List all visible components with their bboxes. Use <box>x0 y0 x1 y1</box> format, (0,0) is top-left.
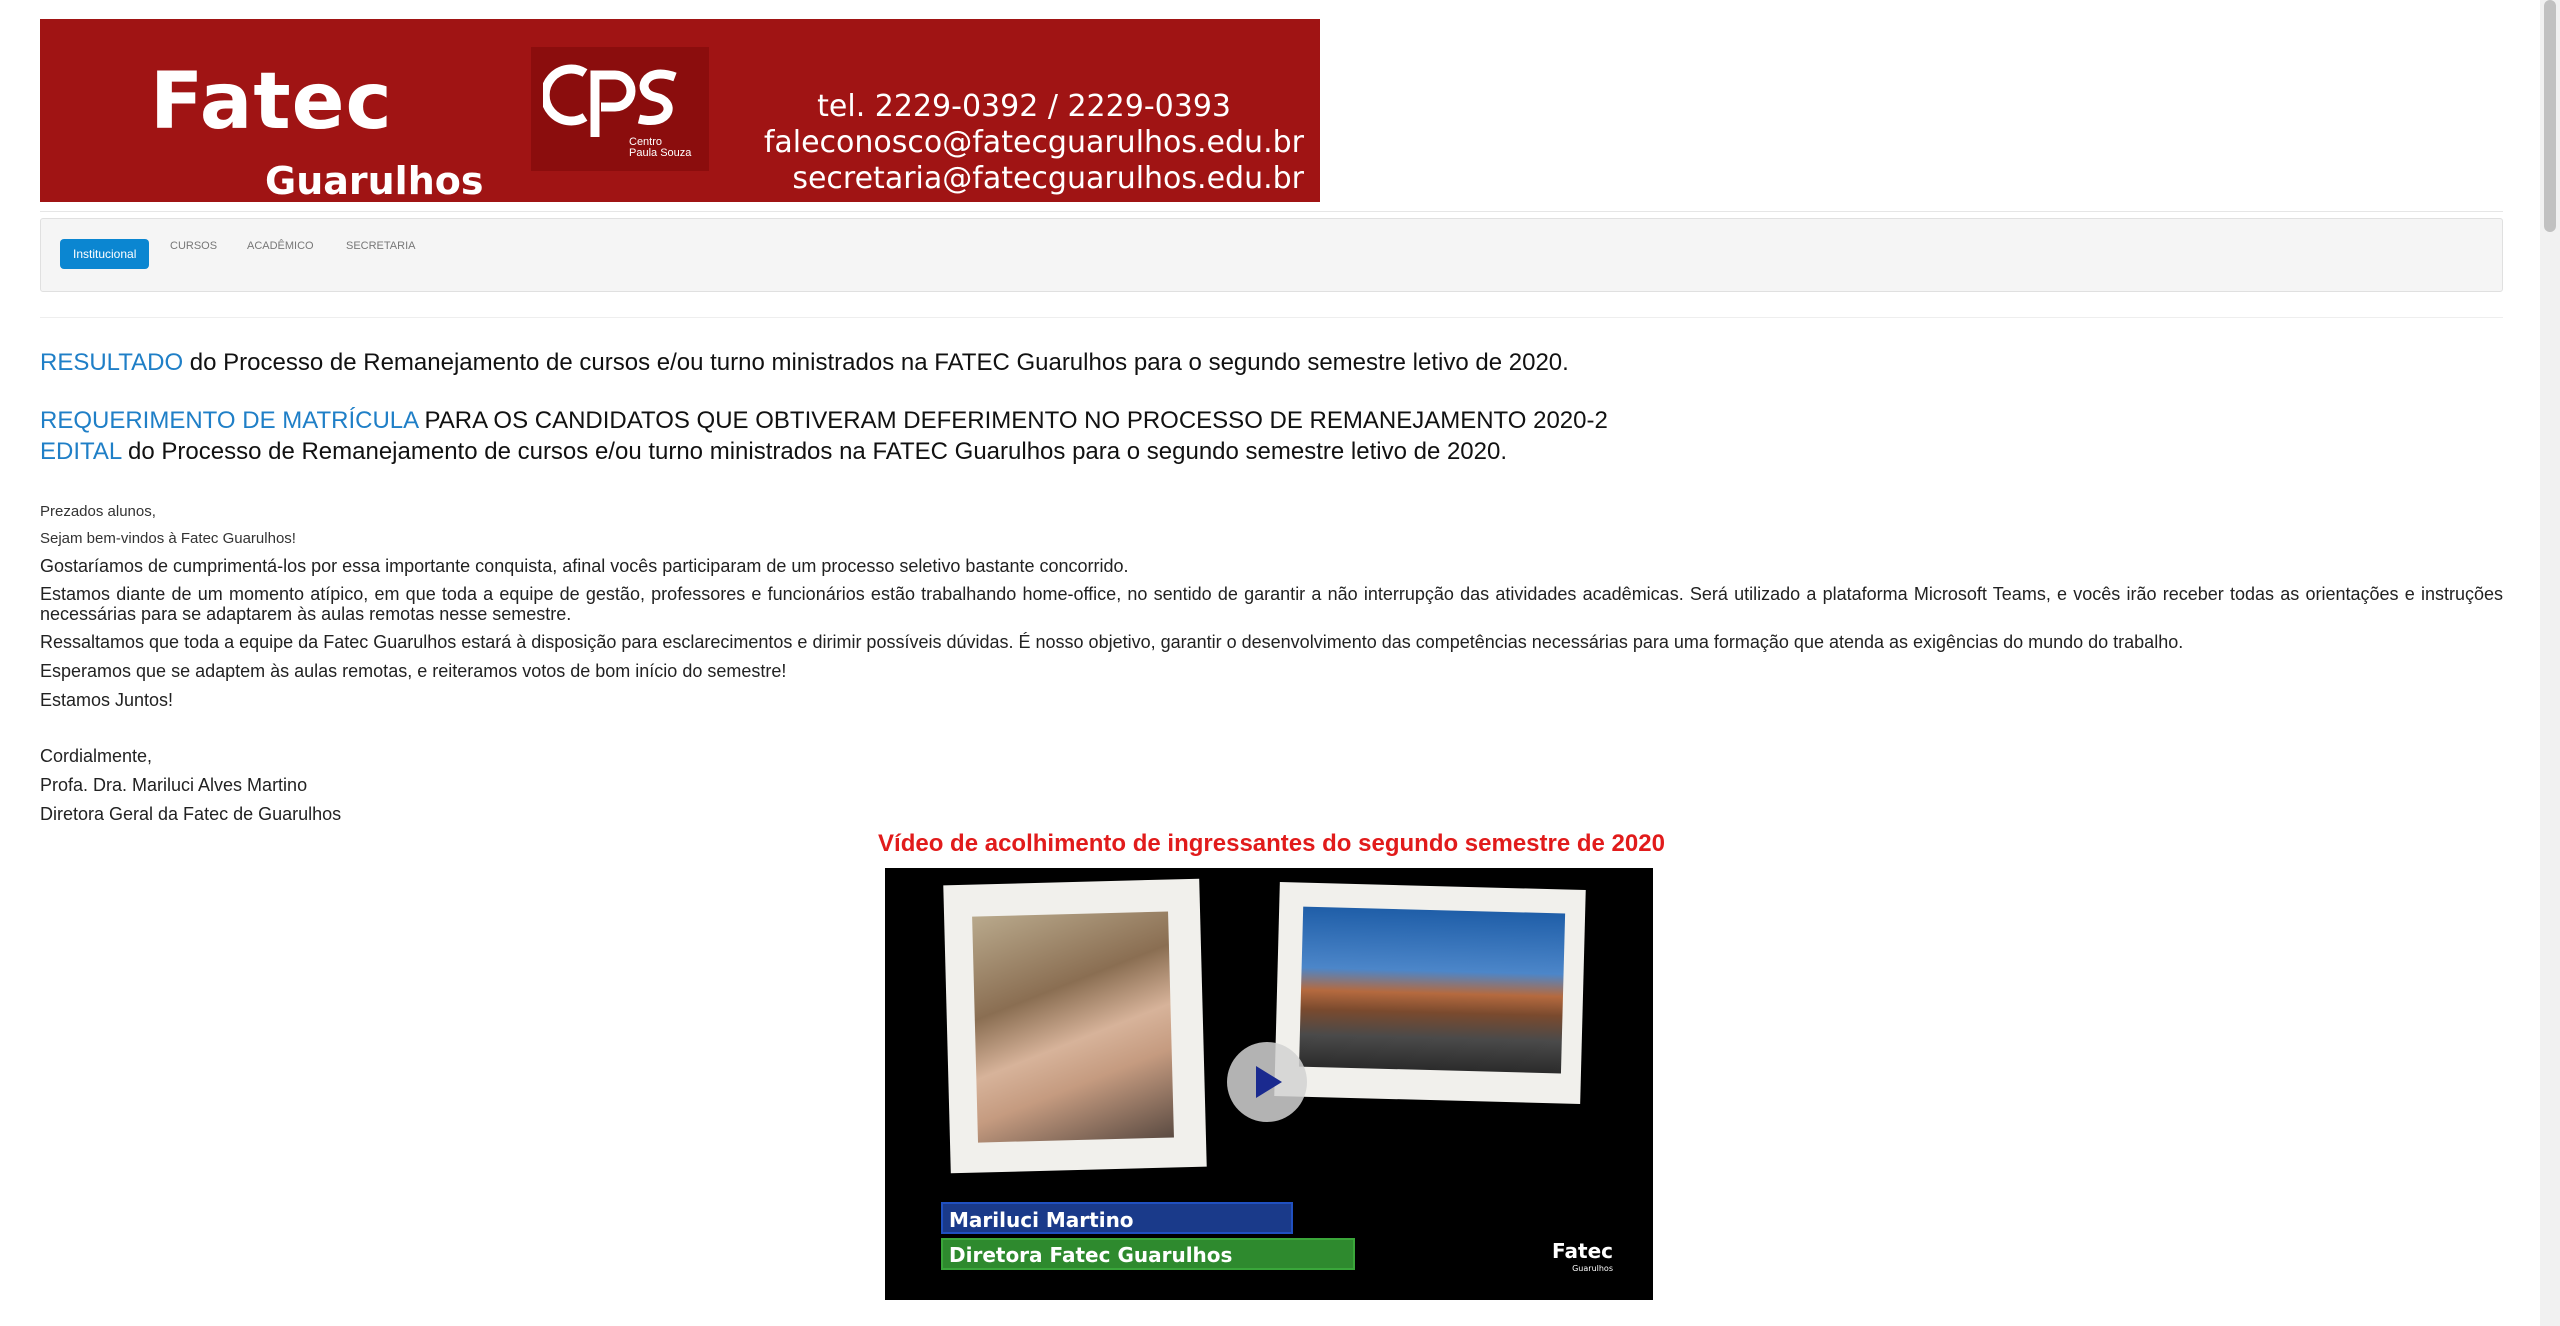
letter-signer-role: Diretora Geral da Fatec de Guarulhos <box>40 804 342 824</box>
portrait-image <box>972 911 1174 1143</box>
banner-phone: tel. 2229-0392 / 2229-0393 <box>817 89 1231 124</box>
requerimento-link[interactable]: REQUERIMENTO DE MATRÍCULA <box>40 407 418 434</box>
resultado-text: do Processo de Remanejamento de cursos e… <box>183 349 1569 376</box>
letter-welcome: Sejam bem-vindos à Fatec Guarulhos! <box>40 530 296 547</box>
resultado-row: RESULTADO do Processo de Remanejamento d… <box>40 348 1569 378</box>
letter-paragraph: Ressaltamos que toda a equipe da Fatec G… <box>40 632 2184 652</box>
play-icon <box>1256 1066 1282 1098</box>
nav-cursos[interactable]: Cursos <box>170 240 217 252</box>
requerimento-row: REQUERIMENTO DE MATRÍCULA PARA OS CANDID… <box>40 406 1608 436</box>
play-button[interactable] <box>1227 1042 1307 1122</box>
letter-greeting: Prezados alunos, <box>40 503 156 520</box>
letter-paragraph: Gostaríamos de cumprimentá-los por essa … <box>40 556 1129 576</box>
edital-row: EDITAL do Processo de Remanejamento de c… <box>40 437 1507 467</box>
banner-title: Fatec <box>150 57 393 147</box>
video-title: Vídeo de acolhimento de ingressantes do … <box>878 830 1665 857</box>
resultado-link[interactable]: RESULTADO <box>40 349 183 376</box>
scrollbar-thumb[interactable] <box>2544 0 2556 232</box>
edital-link[interactable]: EDITAL <box>40 438 121 465</box>
video-player[interactable]: Mariluci Martino Diretora Fatec Guarulho… <box>885 868 1653 1300</box>
cps-logo: Centro Paula Souza <box>531 47 709 171</box>
letter-signer: Profa. Dra. Mariluci Alves Martino <box>40 775 308 795</box>
building-image <box>1299 906 1566 1074</box>
video-caption-name: Mariluci Martino <box>941 1202 1293 1234</box>
cps-logo-icon <box>543 64 677 137</box>
video-caption-role: Diretora Fatec Guarulhos <box>941 1238 1355 1270</box>
video-frame-building <box>1274 882 1586 1104</box>
header-banner: Fatec Guarulhos Centro Paula Souza tel. … <box>40 19 1320 202</box>
cps-logo-caption-line2: Paula Souza <box>629 147 692 159</box>
letter-paragraph: Estamos Juntos! <box>40 690 174 710</box>
banner-subtitle: Guarulhos <box>265 159 484 202</box>
nav-secretaria[interactable]: Secretaria <box>346 240 415 252</box>
edital-text: do Processo de Remanejamento de cursos e… <box>121 438 1508 465</box>
video-logo-text: Fatec <box>1552 1239 1613 1263</box>
video-frame-portrait <box>943 878 1207 1174</box>
banner-contact: tel. 2229-0392 / 2229-0393 faleconosco@f… <box>764 89 1304 197</box>
nav-institucional[interactable]: Institucional <box>60 239 150 269</box>
letter-closing: Cordialmente, <box>40 746 153 766</box>
requerimento-text: PARA OS CANDIDATOS QUE OBTIVERAM DEFERIM… <box>417 407 1608 434</box>
letter-paragraph: Estamos diante de um momento atípico, em… <box>40 584 2503 624</box>
banner-email-secretaria: secretaria@fatecguarulhos.edu.br <box>792 161 1304 196</box>
video-fatec-logo: Fatec Guarulhos <box>1552 1239 1613 1278</box>
divider <box>40 211 2503 212</box>
divider <box>40 317 2503 318</box>
nav-academico[interactable]: Acadêmico <box>247 240 314 252</box>
main-navbar: Institucional Cursos Acadêmico Secretari… <box>40 218 2503 292</box>
banner-email-contact: faleconosco@fatecguarulhos.edu.br <box>763 125 1304 160</box>
letter-paragraph: Esperamos que se adaptem às aulas remota… <box>40 661 787 681</box>
page-scrollbar[interactable] <box>2540 0 2560 1326</box>
cps-logo-caption: Centro Paula Souza <box>629 137 691 159</box>
